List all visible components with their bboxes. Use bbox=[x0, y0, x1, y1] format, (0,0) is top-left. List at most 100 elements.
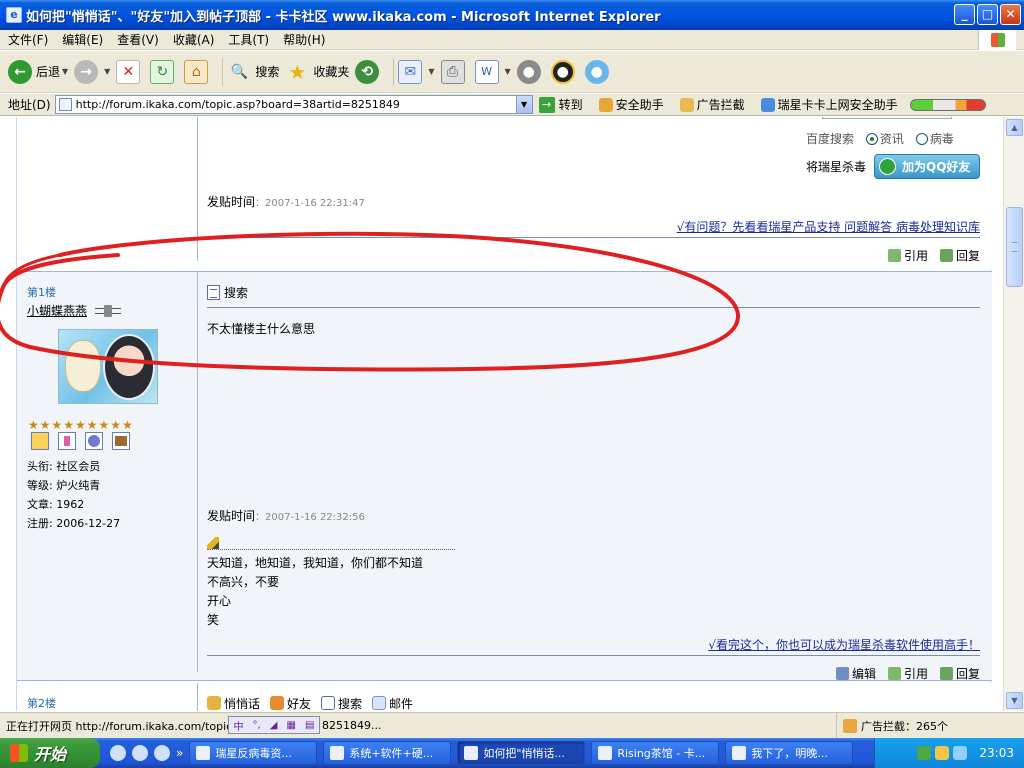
home-button[interactable]: ⌂ bbox=[184, 59, 212, 84]
forward-dropdown-icon[interactable]: ▼ bbox=[104, 67, 110, 76]
taskbar-item[interactable]: 系统+软件+硬... bbox=[323, 741, 452, 765]
edit-dropdown-icon[interactable]: ▼ bbox=[505, 67, 511, 76]
menu-view[interactable]: 查看(V) bbox=[117, 31, 159, 48]
clock[interactable]: 23:03 bbox=[979, 746, 1014, 760]
refresh-button[interactable]: ↻ bbox=[150, 59, 178, 84]
scroll-up-icon[interactable]: ▲ bbox=[1006, 119, 1023, 136]
radio-info[interactable] bbox=[865, 133, 878, 145]
ime-menu-icon[interactable]: ▤ bbox=[305, 720, 314, 731]
mail-dropdown-icon[interactable]: ▼ bbox=[428, 67, 434, 76]
ime-punct-icon[interactable]: °, bbox=[253, 720, 261, 731]
author-name[interactable]: 小蝴蝶燕燕 bbox=[27, 302, 87, 319]
ie-quick-icon[interactable] bbox=[132, 745, 148, 761]
ime-chinese-icon[interactable]: 中 bbox=[234, 718, 244, 733]
add-friend-button[interactable]: 好友 bbox=[270, 695, 311, 711]
edit-button[interactable]: W ▼ bbox=[474, 59, 511, 84]
favorites-label: 收藏夹 bbox=[313, 65, 350, 79]
quote-button[interactable]: 引用 bbox=[887, 665, 928, 682]
msn-button[interactable]: ● bbox=[584, 59, 613, 84]
window-titlebar[interactable]: e 如何把"悄悄话"、"好友"加入到帖子顶部 - 卡卡社区 www.ikaka.… bbox=[0, 0, 1024, 30]
ime-toolbar[interactable]: 中 °, ◢ ▦ ▤ bbox=[228, 716, 320, 734]
add-qq-friend-button[interactable]: 加为QQ好友 bbox=[874, 154, 980, 179]
ie-page-icon bbox=[330, 746, 345, 760]
qq-button[interactable]: ● bbox=[550, 59, 579, 84]
menu-tools[interactable]: 工具(T) bbox=[228, 31, 269, 48]
go-arrow-icon: → bbox=[538, 96, 555, 113]
rising-support-link[interactable]: √有问题？先看看瑞星产品支持 问题解答 病毒处理知识库 bbox=[207, 218, 980, 238]
rising-tips-link[interactable]: √看完这个，你也可以成为瑞星杀毒软件使用高手！ bbox=[207, 636, 980, 656]
menu-favorites[interactable]: 收藏(A) bbox=[173, 31, 215, 48]
printer-icon: ⎙ bbox=[440, 59, 465, 84]
user-medals bbox=[31, 432, 130, 450]
windows-logo bbox=[978, 30, 1016, 50]
history-button[interactable]: ⟲ bbox=[355, 59, 383, 84]
rising-helper-button[interactable]: 瑞星卡卡上网安全助手 bbox=[751, 96, 898, 113]
print-button[interactable]: ⎙ bbox=[440, 59, 469, 84]
document-icon bbox=[321, 696, 336, 710]
baidu-search-input[interactable] bbox=[822, 117, 952, 119]
ad-block-icon bbox=[679, 97, 694, 112]
friend-icon bbox=[270, 696, 285, 710]
medal-pet-icon bbox=[112, 432, 130, 450]
ime-shape-icon[interactable]: ◢ bbox=[270, 720, 278, 731]
reply-icon bbox=[939, 249, 953, 262]
tray-network-icon[interactable] bbox=[917, 746, 932, 760]
back-button[interactable]: ← 后退 ▼ bbox=[8, 59, 68, 84]
taskbar-item-label: 系统+软件+硬... bbox=[349, 747, 434, 760]
minimize-button[interactable]: _ bbox=[954, 4, 975, 25]
scroll-thumb[interactable] bbox=[1006, 207, 1023, 287]
mail-button[interactable]: ✉ ▼ bbox=[398, 59, 435, 84]
radio-virus[interactable] bbox=[915, 133, 928, 145]
address-dropdown-icon[interactable]: ▼ bbox=[515, 96, 532, 113]
ad-block-button[interactable]: 广告拦截 bbox=[670, 96, 745, 113]
go-button[interactable]: → 转到 bbox=[538, 96, 583, 113]
search-button[interactable]: 🔍 搜索 bbox=[227, 60, 280, 84]
address-label: 地址(D) bbox=[8, 98, 51, 112]
radio-info-label: 资讯 bbox=[879, 132, 904, 146]
qq-icon bbox=[879, 158, 896, 175]
forward-button[interactable]: → ▼ bbox=[74, 59, 110, 84]
tray-ie-icon[interactable] bbox=[953, 746, 968, 760]
edit-post-button[interactable]: 编辑 bbox=[835, 665, 876, 682]
whisper-icon bbox=[207, 696, 221, 710]
start-button[interactable]: 开始 bbox=[0, 738, 100, 768]
mail-user-button[interactable]: 邮件 bbox=[372, 695, 413, 711]
taskbar-item[interactable]: 我下了，明晚... bbox=[725, 741, 854, 765]
messenger-cat-button[interactable]: ● bbox=[516, 59, 545, 84]
quick-launch-more-icon[interactable]: » bbox=[176, 746, 183, 760]
menu-edit[interactable]: 编辑(E) bbox=[62, 31, 103, 48]
menu-help[interactable]: 帮助(H) bbox=[283, 31, 325, 48]
taskbar-item-active[interactable]: 如何把"悄悄话... bbox=[457, 741, 586, 765]
star-icon: ★ bbox=[288, 59, 307, 84]
scroll-down-icon[interactable]: ▼ bbox=[1006, 692, 1023, 709]
security-level-indicator[interactable] bbox=[909, 98, 986, 111]
ad-block-status: 广告拦截：265个 bbox=[836, 713, 948, 738]
ime-keyboard-icon[interactable]: ▦ bbox=[287, 720, 296, 731]
desktop-icon[interactable] bbox=[154, 745, 170, 761]
ie-page-icon bbox=[196, 746, 211, 760]
search-user-button[interactable]: 搜索 bbox=[321, 695, 362, 711]
ie-page-icon bbox=[732, 746, 747, 760]
favorites-button[interactable]: ★ 收藏夹 bbox=[285, 60, 349, 84]
forum-thread: 百度搜索 资讯 病毒 将瑞星杀毒 加为QQ好友 发贴时间：2007-1-16 2… bbox=[16, 117, 992, 711]
security-helper-button[interactable]: 安全助手 bbox=[589, 96, 664, 113]
tray-umbrella-icon[interactable] bbox=[935, 746, 950, 760]
back-dropdown-icon[interactable]: ▼ bbox=[62, 67, 68, 76]
menu-file[interactable]: 文件(F) bbox=[8, 31, 48, 48]
quote-button[interactable]: 引用 bbox=[887, 247, 928, 264]
ad-block-count: 广告拦截：265个 bbox=[861, 719, 948, 733]
reply-button[interactable]: 回复 bbox=[939, 665, 980, 682]
post-body: 不太懂楼主什么意思 bbox=[207, 322, 316, 336]
stop-button[interactable]: ✕ bbox=[116, 59, 144, 84]
address-input[interactable]: http://forum.ikaka.com/topic.asp?board=3… bbox=[54, 95, 533, 114]
media-player-icon[interactable] bbox=[110, 745, 126, 761]
toolbar-separator bbox=[222, 57, 224, 86]
close-button[interactable]: ✕ bbox=[1000, 4, 1021, 25]
reply-button[interactable]: 回复 bbox=[939, 247, 980, 264]
maximize-button[interactable]: □ bbox=[977, 4, 998, 25]
whisper-button[interactable]: 悄悄话 bbox=[207, 695, 260, 711]
vertical-scrollbar[interactable]: ▲ ▼ bbox=[1003, 117, 1024, 711]
taskbar-item[interactable]: Rising茶馆 - 卡... bbox=[591, 741, 720, 765]
taskbar-item[interactable]: 瑞星反病毒资... bbox=[189, 741, 318, 765]
reply-icon bbox=[939, 667, 953, 680]
